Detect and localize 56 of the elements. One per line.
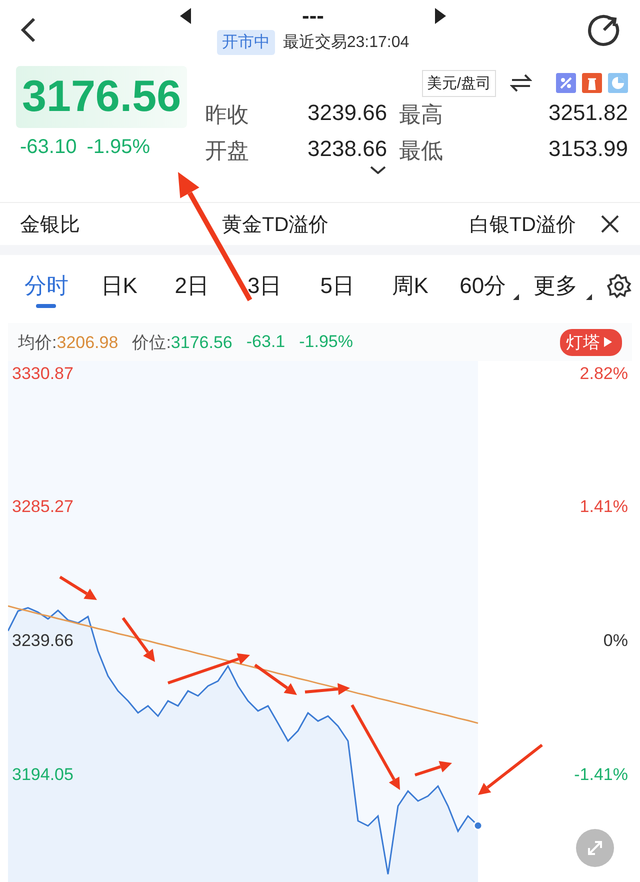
percent-icon[interactable]: [556, 73, 576, 93]
price-change: -63.10: [20, 136, 77, 159]
annotation-arrow: [59, 576, 97, 600]
play-icon: [604, 337, 612, 347]
unit-selector[interactable]: 美元/盘司: [422, 70, 496, 96]
timer-icon[interactable]: [586, 12, 622, 48]
swap-icon[interactable]: [510, 74, 532, 92]
stat-value: 3239.66: [306, 100, 388, 127]
axis-label: 1.41%: [580, 497, 628, 518]
axis-label: 3330.87: [12, 364, 74, 384]
price-change-percent: -1.95%: [299, 332, 353, 352]
annotation-arrow: [254, 664, 297, 695]
stat-value: 3153.99: [547, 136, 628, 163]
lighthouse-icon[interactable]: [582, 73, 602, 93]
annotation-arrow: [414, 761, 452, 776]
annotation-arrow: [478, 744, 543, 795]
next-icon[interactable]: [434, 8, 446, 24]
annotation-arrow: [304, 683, 350, 696]
period-tab[interactable]: 周K: [374, 262, 446, 310]
settings-icon[interactable]: [606, 273, 632, 299]
stat-label: 开盘: [205, 137, 250, 165]
period-tab[interactable]: 日K: [82, 262, 156, 310]
axis-label: -1.41%: [574, 764, 628, 785]
period-tab[interactable]: 分时: [10, 262, 83, 310]
annotation-arrow: [122, 617, 155, 662]
current-price: 价位:3176.56: [132, 332, 232, 354]
period-tab[interactable]: 60分: [446, 262, 520, 310]
close-icon[interactable]: [600, 214, 620, 234]
promo-button[interactable]: 灯塔: [560, 328, 622, 356]
axis-label: 3285.27: [12, 497, 74, 518]
stat-value: 3251.82: [547, 100, 628, 127]
last-trade-time: 最近交易23:17:04: [282, 32, 410, 52]
stat-label: 最低: [399, 137, 444, 165]
expand-chevron-icon[interactable]: [370, 166, 386, 174]
expand-icon: [586, 839, 604, 857]
stat-value: 3238.66: [306, 136, 388, 163]
window-title: ---: [302, 6, 324, 26]
period-tab[interactable]: 5日: [301, 262, 374, 310]
indicator-tab[interactable]: 黄金TD溢价: [222, 210, 329, 238]
average-price: 均价:3206.98: [18, 332, 118, 354]
stat-label: 最高: [399, 101, 444, 129]
period-tab[interactable]: 3日: [228, 262, 301, 310]
stat-label: 昨收: [205, 101, 250, 129]
axis-label: 3194.05: [12, 764, 74, 785]
axis-label: 0%: [603, 631, 628, 651]
last-price: 3176.56: [16, 66, 188, 128]
indicator-tab[interactable]: 白银TD溢价: [469, 210, 576, 238]
price-change: -63.1: [246, 332, 286, 352]
previous-icon[interactable]: [180, 8, 192, 24]
indicator-tab[interactable]: 金银比: [20, 210, 80, 238]
price-change-percent: -1.95%: [86, 136, 150, 159]
period-tab[interactable]: 2日: [156, 262, 228, 310]
axis-label: 3239.66: [12, 631, 74, 651]
market-status-badge: 开市中: [216, 30, 275, 54]
axis-label: 2.82%: [580, 364, 628, 384]
period-tab[interactable]: 更多: [519, 262, 592, 310]
